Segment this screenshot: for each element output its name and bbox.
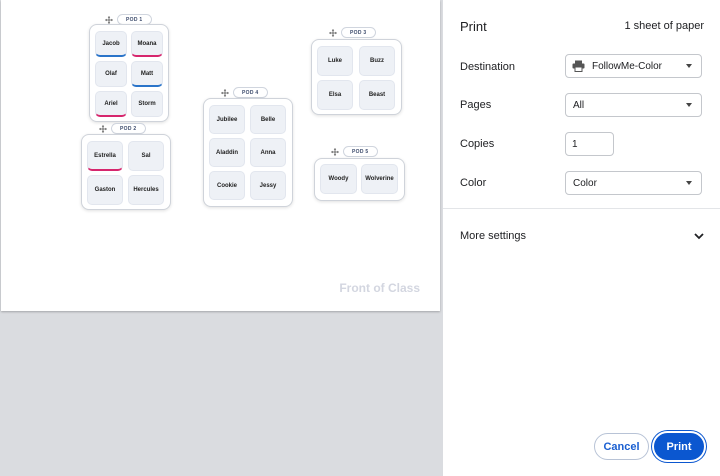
printer-icon — [572, 60, 585, 72]
cancel-button[interactable]: Cancel — [594, 433, 649, 460]
seat[interactable]: Olaf — [95, 61, 127, 87]
seat[interactable]: Aladdin — [209, 138, 245, 167]
pod-1: Jacob Moana Olaf Matt Ariel Storm — [89, 24, 169, 122]
copies-label: Copies — [460, 138, 495, 150]
seat[interactable]: Estrella — [87, 141, 123, 171]
pod-5: Woody Wolverine — [314, 158, 405, 201]
chevron-down-icon — [686, 103, 692, 107]
chevron-down-icon — [686, 64, 692, 68]
move-icon[interactable] — [331, 147, 339, 156]
seat[interactable]: Belle — [250, 105, 286, 134]
pod-2-header: POD 2 — [99, 123, 146, 134]
move-icon[interactable] — [99, 124, 107, 133]
seat[interactable]: Storm — [131, 91, 163, 117]
pod-5-header: POD 5 — [331, 146, 378, 157]
print-button[interactable]: Print — [654, 433, 704, 460]
move-icon[interactable] — [221, 88, 229, 97]
move-icon[interactable] — [329, 28, 337, 37]
panel-title: Print — [460, 19, 487, 34]
print-preview-area: POD 1 Jacob Moana Olaf Matt Ariel Storm … — [0, 0, 443, 476]
seat[interactable]: Jubilee — [209, 105, 245, 134]
seat[interactable]: Luke — [317, 46, 353, 76]
destination-label: Destination — [460, 61, 516, 73]
seat[interactable]: Buzz — [359, 46, 395, 76]
seat[interactable]: Wolverine — [361, 164, 398, 194]
pod-tag: POD 2 — [111, 123, 146, 134]
seat[interactable]: Matt — [131, 61, 163, 87]
pages-select[interactable]: All — [565, 93, 702, 117]
color-value: Color — [573, 177, 597, 189]
pod-2: Estrella Sal Gaston Hercules — [81, 134, 171, 210]
pages-value: All — [573, 99, 585, 111]
pod-tag: POD 5 — [343, 146, 378, 157]
print-settings-panel: Print 1 sheet of paper Destination Follo… — [443, 0, 720, 476]
color-label: Color — [460, 177, 487, 189]
move-icon[interactable] — [105, 15, 113, 24]
chevron-down-icon — [694, 232, 704, 240]
seat[interactable]: Elsa — [317, 80, 353, 110]
more-settings-toggle[interactable]: More settings — [460, 230, 704, 242]
seat[interactable]: Gaston — [87, 175, 123, 205]
copies-input[interactable] — [565, 132, 614, 156]
seat[interactable]: Woody — [320, 164, 357, 194]
destination-select[interactable]: FollowMe-Color — [565, 54, 702, 78]
pod-tag: POD 3 — [341, 27, 376, 38]
front-of-class-label: Front of Class — [339, 281, 420, 295]
seat[interactable]: Hercules — [128, 175, 164, 205]
color-select[interactable]: Color — [565, 171, 702, 195]
seat[interactable]: Ariel — [95, 91, 127, 117]
preview-page: POD 1 Jacob Moana Olaf Matt Ariel Storm … — [1, 0, 440, 311]
pages-label: Pages — [460, 99, 492, 111]
seat[interactable]: Cookie — [209, 171, 245, 200]
pod-tag: POD 4 — [233, 87, 268, 98]
divider — [443, 208, 720, 209]
seat[interactable]: Jacob — [95, 31, 127, 57]
seat[interactable]: Anna — [250, 138, 286, 167]
seat[interactable]: Beast — [359, 80, 395, 110]
pod-4-header: POD 4 — [221, 87, 268, 98]
chevron-down-icon — [686, 181, 692, 185]
seat[interactable]: Jessy — [250, 171, 286, 200]
pod-3: Luke Buzz Elsa Beast — [311, 39, 402, 115]
more-settings-label: More settings — [460, 230, 527, 242]
sheet-count: 1 sheet of paper — [624, 20, 704, 32]
seat[interactable]: Moana — [131, 31, 163, 57]
seat[interactable]: Sal — [128, 141, 164, 171]
destination-value: FollowMe-Color — [592, 60, 663, 72]
pod-4: Jubilee Belle Aladdin Anna Cookie Jessy — [203, 98, 293, 207]
pod-3-header: POD 3 — [329, 27, 376, 38]
